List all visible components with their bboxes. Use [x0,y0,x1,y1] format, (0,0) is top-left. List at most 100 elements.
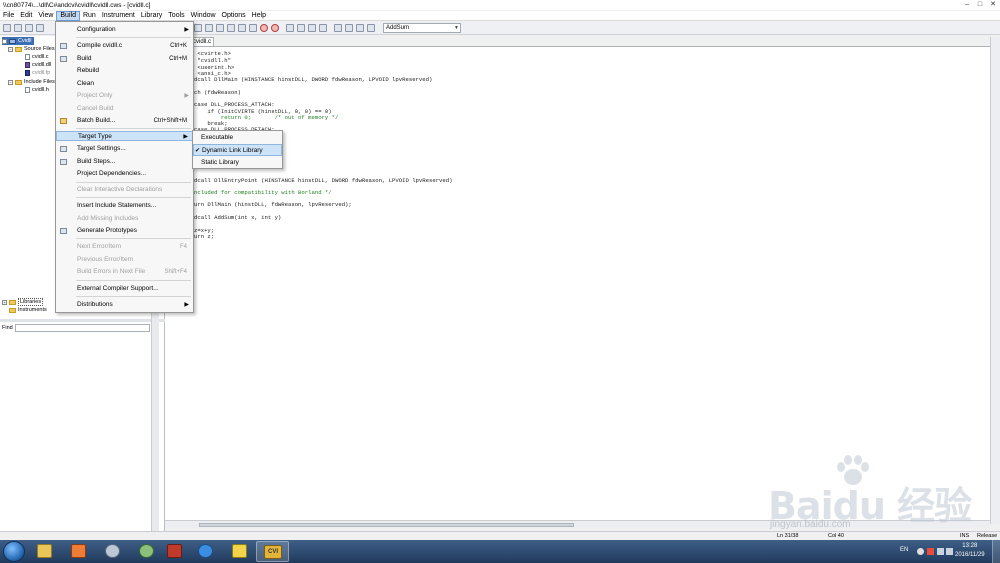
code-editor[interactable]: <cvirte.h> "cvidll.h" <userint.h> <ansi_… [165,46,990,521]
tree-include-folder[interactable]: − Include Files [8,78,55,86]
minimize-button[interactable]: – [961,0,973,9]
menu-item-build[interactable]: Build Ctrl+M [56,54,193,64]
tree-libraries-label: Libraries [18,298,44,306]
menu-item-previous-error: Previous Error/Item [56,255,193,265]
scroll-thumb[interactable] [199,523,574,527]
tree-root-label: Cvidll [18,38,32,44]
taskbar-app-7[interactable] [223,541,256,562]
menu-item-project-dependencies[interactable]: Project Dependencies... [56,169,193,179]
collapse-icon[interactable]: − [8,46,13,52]
step-into-icon[interactable] [227,24,235,32]
editor-vertical-scrollbar[interactable] [990,37,1000,524]
maximize-button[interactable]: □ [974,0,986,9]
save-all-icon[interactable] [36,24,44,32]
submenu-item-dll[interactable]: ✔ Dynamic Link Library [193,144,282,156]
menu-item-distributions[interactable]: Distributions ▶ [56,300,193,310]
variables-icon[interactable] [297,24,305,32]
menu-build[interactable]: Build [56,10,80,21]
menu-view[interactable]: View [35,11,56,21]
taskbar-ie[interactable] [189,541,222,562]
tray-icon[interactable] [917,548,924,555]
menu-item-external-compiler[interactable]: External Compiler Support... [56,284,193,294]
folder-icon [9,307,16,313]
start-button[interactable] [3,541,25,562]
submenu-item-static-library[interactable]: Static Library [193,157,282,169]
media-player-icon [71,544,86,558]
menu-item-rebuild[interactable]: Rebuild [56,66,193,76]
network-icon[interactable] [937,548,944,555]
find-input[interactable] [15,324,150,332]
tree-instruments[interactable]: Instruments [9,306,47,314]
menu-library[interactable]: Library [138,11,165,21]
save-icon[interactable] [25,24,33,32]
menu-item-configuration[interactable]: Configuration ▶ [56,25,193,35]
show-desktop-button[interactable] [992,540,1000,563]
menu-item-build-steps[interactable]: Build Steps... [56,157,193,167]
tray-clock[interactable]: 13:28 2016/11/29 [955,542,985,560]
step-over-icon[interactable] [216,24,224,32]
menu-options[interactable]: Options [219,11,249,21]
tree-libraries[interactable]: + Libraries [2,298,44,306]
tree-source-folder-label: Source Files [24,46,55,52]
menu-item-shortcut: F4 [179,244,187,250]
menu-item-clean[interactable]: Clean [56,79,193,89]
open-icon[interactable] [14,24,22,32]
volume-icon[interactable] [946,548,953,555]
taskbar-app-5[interactable] [158,541,191,562]
menu-item-target-type[interactable]: Target Type ▶ [56,131,193,141]
expand-icon[interactable]: + [2,299,7,305]
step-icon[interactable] [205,24,213,32]
run-icon[interactable] [194,24,202,32]
function-select[interactable]: AddSum ▼ [383,23,461,33]
pane-splitter[interactable] [0,319,165,322]
breakpoint-icon[interactable] [271,24,279,32]
stop-icon[interactable] [260,24,268,32]
find-icon[interactable] [319,24,327,32]
taskbar-app-3[interactable] [96,541,129,562]
step-out-icon[interactable] [238,24,246,32]
new-icon[interactable] [3,24,11,32]
menu-item-generate-prototypes[interactable]: Generate Prototypes [56,226,193,236]
build-icon[interactable] [334,24,342,32]
menu-item-build-errors-next-file: Build Errors in Next File Shift+F4 [56,267,193,277]
dll-file-icon [25,62,30,68]
tree-root[interactable]: − Cvidll [2,37,35,45]
collapse-icon[interactable]: − [8,79,13,85]
submenu-arrow-icon: ▶ [183,134,188,140]
tree-file-dll[interactable]: cvidll.dll [25,61,51,69]
tree-file-c[interactable]: cvidll.c [25,53,49,61]
pause-icon[interactable] [249,24,257,32]
generate-prototypes-icon [60,228,67,234]
function-panel-icon[interactable] [367,24,375,32]
tray-language[interactable]: EN [900,547,908,553]
submenu-item-executable[interactable]: Executable [193,132,282,144]
menu-item-target-settings[interactable]: Target Settings... [56,144,193,154]
build-menu: Configuration ▶ Compile cvidll.c Ctrl+K … [55,21,194,313]
collapse-icon[interactable]: − [2,38,7,44]
tray-alert-icon[interactable] [927,548,934,555]
app-icon [232,544,247,558]
menu-edit[interactable]: Edit [17,11,35,21]
menu-item-insert-include[interactable]: Insert Include Statements... [56,201,193,211]
compile-icon[interactable] [345,24,353,32]
menu-help[interactable]: Help [249,11,269,21]
menu-run[interactable]: Run [80,11,99,21]
menu-tools[interactable]: Tools [165,11,187,21]
tree-file-fp[interactable]: cvidll.fp [25,69,50,77]
ui-editor-icon[interactable] [356,24,364,32]
menu-file[interactable]: File [0,11,17,21]
taskbar-cvi[interactable]: CVI [256,541,289,562]
tree-source-folder[interactable]: − Source Files [8,45,55,53]
menu-item-compile[interactable]: Compile cvidll.c Ctrl+K [56,41,193,51]
taskbar-media-player[interactable] [62,541,95,562]
menu-item-batch-build[interactable]: Batch Build... Ctrl+Shift+M [56,116,193,126]
memory-icon[interactable] [308,24,316,32]
close-button[interactable]: ✕ [987,0,999,9]
watch-icon[interactable] [286,24,294,32]
menu-window[interactable]: Window [188,11,219,21]
taskbar-explorer[interactable] [28,541,61,562]
menu-item-label: Clear Interactive Declarations [77,186,163,193]
menu-instrument[interactable]: Instrument [99,11,138,21]
tree-file-h[interactable]: cvidll.h [25,86,49,94]
menu-separator [76,280,191,281]
